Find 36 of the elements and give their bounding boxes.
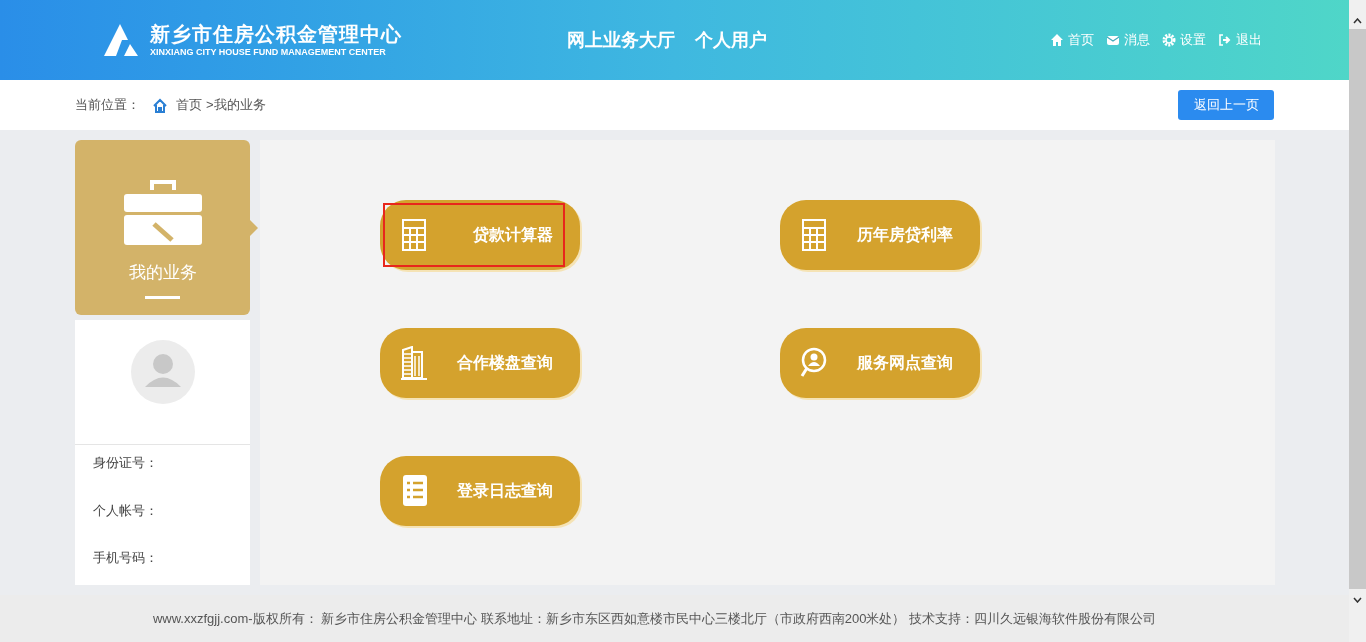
scrollbar[interactable] [1349, 0, 1366, 642]
envelope-icon [1106, 33, 1120, 47]
logout-icon [1218, 33, 1232, 47]
service-tile-button[interactable]: 贷款计算器 [380, 200, 580, 270]
calculator-icon [400, 218, 428, 252]
service-tile-button[interactable]: 合作楼盘查询 [380, 328, 580, 398]
logo-subtitle: XINXIANG CITY HOUSE FUND MANAGEMENT CENTER [150, 46, 387, 58]
footer-text: www.xxzfgjj.com-版权所有： 新乡市住房公积金管理中心 联系地址：新乡市东区西如意楼市民中心三楼北厅（市政府西南200米处） 技术支持：四川久远银海软件股份有限公司 [152, 609, 1157, 628]
settings-icon [1162, 33, 1176, 47]
building-icon [400, 346, 428, 380]
nav-link[interactable]: 退出 [1218, 30, 1262, 50]
nav-link[interactable]: 设置 [1162, 30, 1206, 50]
avatar-icon [130, 340, 195, 404]
field-label: 个人帐号： [93, 501, 159, 520]
sidebar-title: 我的业务 [128, 262, 197, 284]
logo-title: 新乡市住房公积金管理中心 [150, 22, 402, 46]
service-tile-button[interactable]: 历年房贷利率 [780, 200, 980, 270]
breadcrumb-label: 当前位置： [75, 96, 140, 115]
scroll-down-icon[interactable] [1353, 597, 1362, 603]
home-icon [152, 97, 168, 113]
user-type: 个人用户 [695, 28, 767, 52]
field-label: 手机号码： [93, 549, 159, 567]
scroll-up-icon[interactable] [1353, 18, 1362, 24]
nav-link[interactable]: 首页 [1050, 30, 1094, 50]
service-tile-button[interactable]: 服务网点查询 [780, 328, 980, 398]
service-tile-button[interactable]: 登录日志查询 [380, 456, 580, 526]
back-button[interactable]: 返回上一页 [1178, 90, 1274, 120]
field-label: 身份证号： [93, 454, 159, 472]
list-icon [400, 474, 428, 508]
toolbox-icon [123, 180, 202, 246]
nav-link[interactable]: 消息 [1106, 30, 1150, 50]
breadcrumb-link[interactable]: 首页 [176, 95, 202, 115]
breadcrumb-current: >我的业务 [206, 96, 266, 115]
home-icon [1050, 33, 1064, 47]
hall-title: 网上业务大厅 [567, 28, 675, 52]
calculator-icon [800, 218, 828, 252]
